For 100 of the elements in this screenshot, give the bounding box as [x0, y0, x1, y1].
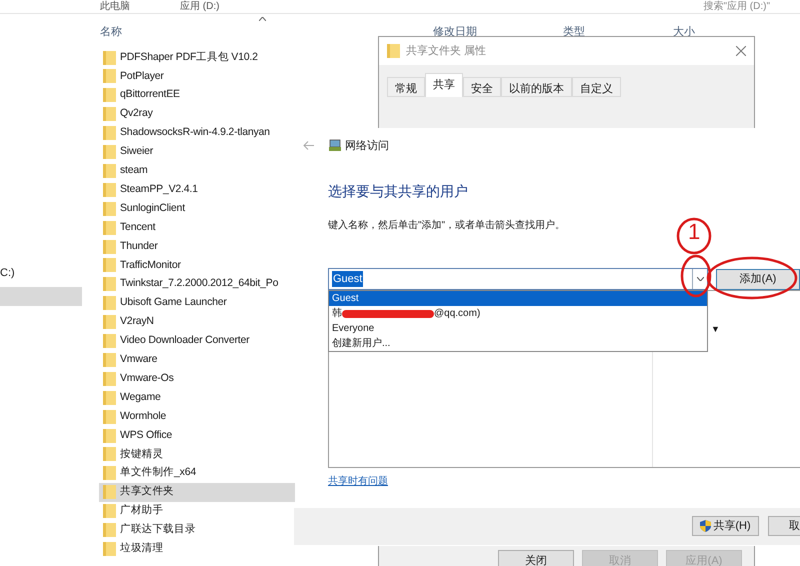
file-row[interactable]: 广材助手	[99, 502, 295, 521]
file-row[interactable]: ShadowsocksR-win-4.9.2-tlanyan	[99, 124, 295, 143]
tab[interactable]: 自定义	[572, 77, 621, 97]
file-row[interactable]: 广联达下载目录	[99, 520, 295, 540]
file-name: WPS Office	[120, 428, 172, 443]
instruction-text: 键入名称，然后单击"添加"，或者单击箭头查找用户。	[328, 218, 566, 233]
file-name: SteamPP_V2.4.1	[120, 182, 198, 197]
dropdown-item[interactable]: 创建新用户...	[329, 336, 707, 351]
file-row[interactable]: Video Downloader Converter	[99, 332, 295, 350]
file-row[interactable]: 垃圾清理	[99, 539, 295, 558]
search-field[interactable]: 搜索"应用 (D:)"	[703, 0, 770, 14]
folder-icon	[103, 390, 116, 405]
file-row[interactable]: Qv2ray	[99, 104, 295, 124]
file-name: steam	[120, 163, 148, 178]
file-name: V2rayN	[120, 314, 154, 330]
file-name: TrafficMonitor	[120, 258, 181, 273]
wizard-title: 网络访问	[345, 138, 389, 154]
file-name: ShadowsocksR-win-4.9.2-tlanyan	[120, 125, 270, 140]
file-name: Vmware	[120, 352, 158, 368]
file-name: Tencent	[120, 220, 156, 235]
tab[interactable]: 共享	[425, 73, 463, 97]
file-name: Siweier	[120, 144, 154, 160]
annotation-circle	[676, 218, 712, 254]
file-name: 按键精灵	[120, 446, 164, 462]
folder-icon	[387, 44, 400, 58]
file-row[interactable]: Siweier	[99, 142, 295, 162]
file-name: PotPlayer	[120, 68, 164, 84]
file-row[interactable]: Thunder	[99, 237, 295, 256]
folder-icon	[103, 315, 116, 330]
dropdown-arrow[interactable]: ▼	[711, 323, 720, 336]
folder-icon	[103, 334, 116, 348]
folder-icon	[103, 164, 116, 178]
file-row[interactable]: Wormhole	[99, 407, 295, 426]
dialog-button[interactable]: 关闭	[498, 550, 574, 566]
folder-icon	[103, 50, 116, 64]
user-combo-box[interactable]: Guest	[328, 268, 708, 290]
file-row[interactable]: WPS Office	[99, 426, 295, 445]
sort-icon	[259, 17, 266, 21]
file-name: Thunder	[120, 238, 158, 254]
file-row[interactable]: 单文件制作_x64	[99, 464, 295, 483]
add-button[interactable]: 添加(A)	[716, 269, 800, 290]
file-name: Vmware-Os	[120, 370, 174, 386]
dropdown-item[interactable]: Guest	[329, 291, 707, 306]
folder-icon	[103, 88, 116, 102]
folder-icon	[103, 202, 116, 216]
file-name: 单文件制作_x64	[120, 465, 196, 480]
annotation-number: 1	[688, 221, 700, 243]
tab[interactable]: 常规	[387, 77, 425, 97]
file-row[interactable]: steam	[99, 161, 295, 180]
dropdown-item-row[interactable]: 韩 @qq.com)	[329, 306, 707, 321]
file-row[interactable]: 按键精灵	[99, 444, 295, 464]
file-row[interactable]: Tencent	[99, 218, 295, 238]
file-name: Wegame	[120, 390, 161, 405]
file-row[interactable]: Wegame	[99, 388, 295, 408]
breadcrumb-item[interactable]: 此电脑	[100, 0, 130, 14]
folder-icon	[103, 410, 116, 424]
folder-icon	[103, 240, 116, 254]
nav-item[interactable]: C:)	[0, 264, 82, 283]
file-name: PDFShaper PDF工具包 V10.2	[120, 50, 258, 65]
file-name: 广联达下载目录	[120, 522, 196, 538]
folder-icon	[103, 504, 116, 518]
file-row[interactable]: PotPlayer	[99, 66, 295, 86]
file-row[interactable]: PDFShaper PDF工具包 V10.2	[99, 48, 295, 67]
folder-icon	[103, 523, 116, 537]
file-row[interactable]: SunloginClient	[99, 199, 295, 218]
cancel-button[interactable]: 取	[768, 516, 800, 536]
file-name: Video Downloader Converter	[120, 333, 250, 348]
file-name: 共享文件夹	[120, 484, 174, 500]
breadcrumb-item[interactable]: 应用 (D:)	[180, 0, 220, 14]
folder-icon	[103, 447, 116, 462]
file-name: Ubisoft Game Launcher	[120, 295, 227, 310]
file-row[interactable]: SteamPP_V2.4.1	[99, 180, 295, 200]
folder-icon	[103, 352, 116, 367]
network-icon	[329, 139, 341, 151]
file-row[interactable]: Vmware-Os	[99, 369, 295, 388]
file-row[interactable]: qBittorrentEE	[99, 86, 295, 105]
folder-icon	[103, 220, 116, 235]
dropdown-item[interactable]: Everyone	[329, 321, 707, 336]
back-icon[interactable]	[303, 141, 314, 150]
file-row[interactable]: 共享文件夹	[99, 482, 295, 502]
folder-icon	[103, 296, 116, 310]
folder-icon	[103, 277, 116, 292]
close-icon[interactable]	[736, 46, 746, 56]
file-row[interactable]: V2rayN	[99, 312, 295, 332]
file-row[interactable]: Vmware	[99, 350, 295, 370]
file-row[interactable]: TrafficMonitor	[99, 256, 295, 275]
folder-icon	[103, 428, 116, 442]
folder-icon	[103, 542, 116, 556]
tab[interactable]: 以前的版本	[501, 77, 572, 97]
help-link[interactable]: 共享时有问题	[328, 474, 388, 489]
folder-icon	[103, 258, 116, 272]
tab[interactable]: 安全	[463, 77, 501, 97]
share-button[interactable]: 共享(H)	[692, 516, 759, 536]
file-name: Wormhole	[120, 408, 166, 424]
column-header[interactable]: 名称	[100, 24, 122, 40]
file-row[interactable]: Ubisoft Game Launcher	[99, 294, 295, 313]
chevron-down-icon[interactable]	[692, 269, 707, 289]
folder-icon	[103, 126, 116, 140]
file-row[interactable]: Twinkstar_7.2.2000.2012_64bit_Po	[99, 274, 295, 294]
user-email-end: @qq.com)	[434, 307, 480, 321]
